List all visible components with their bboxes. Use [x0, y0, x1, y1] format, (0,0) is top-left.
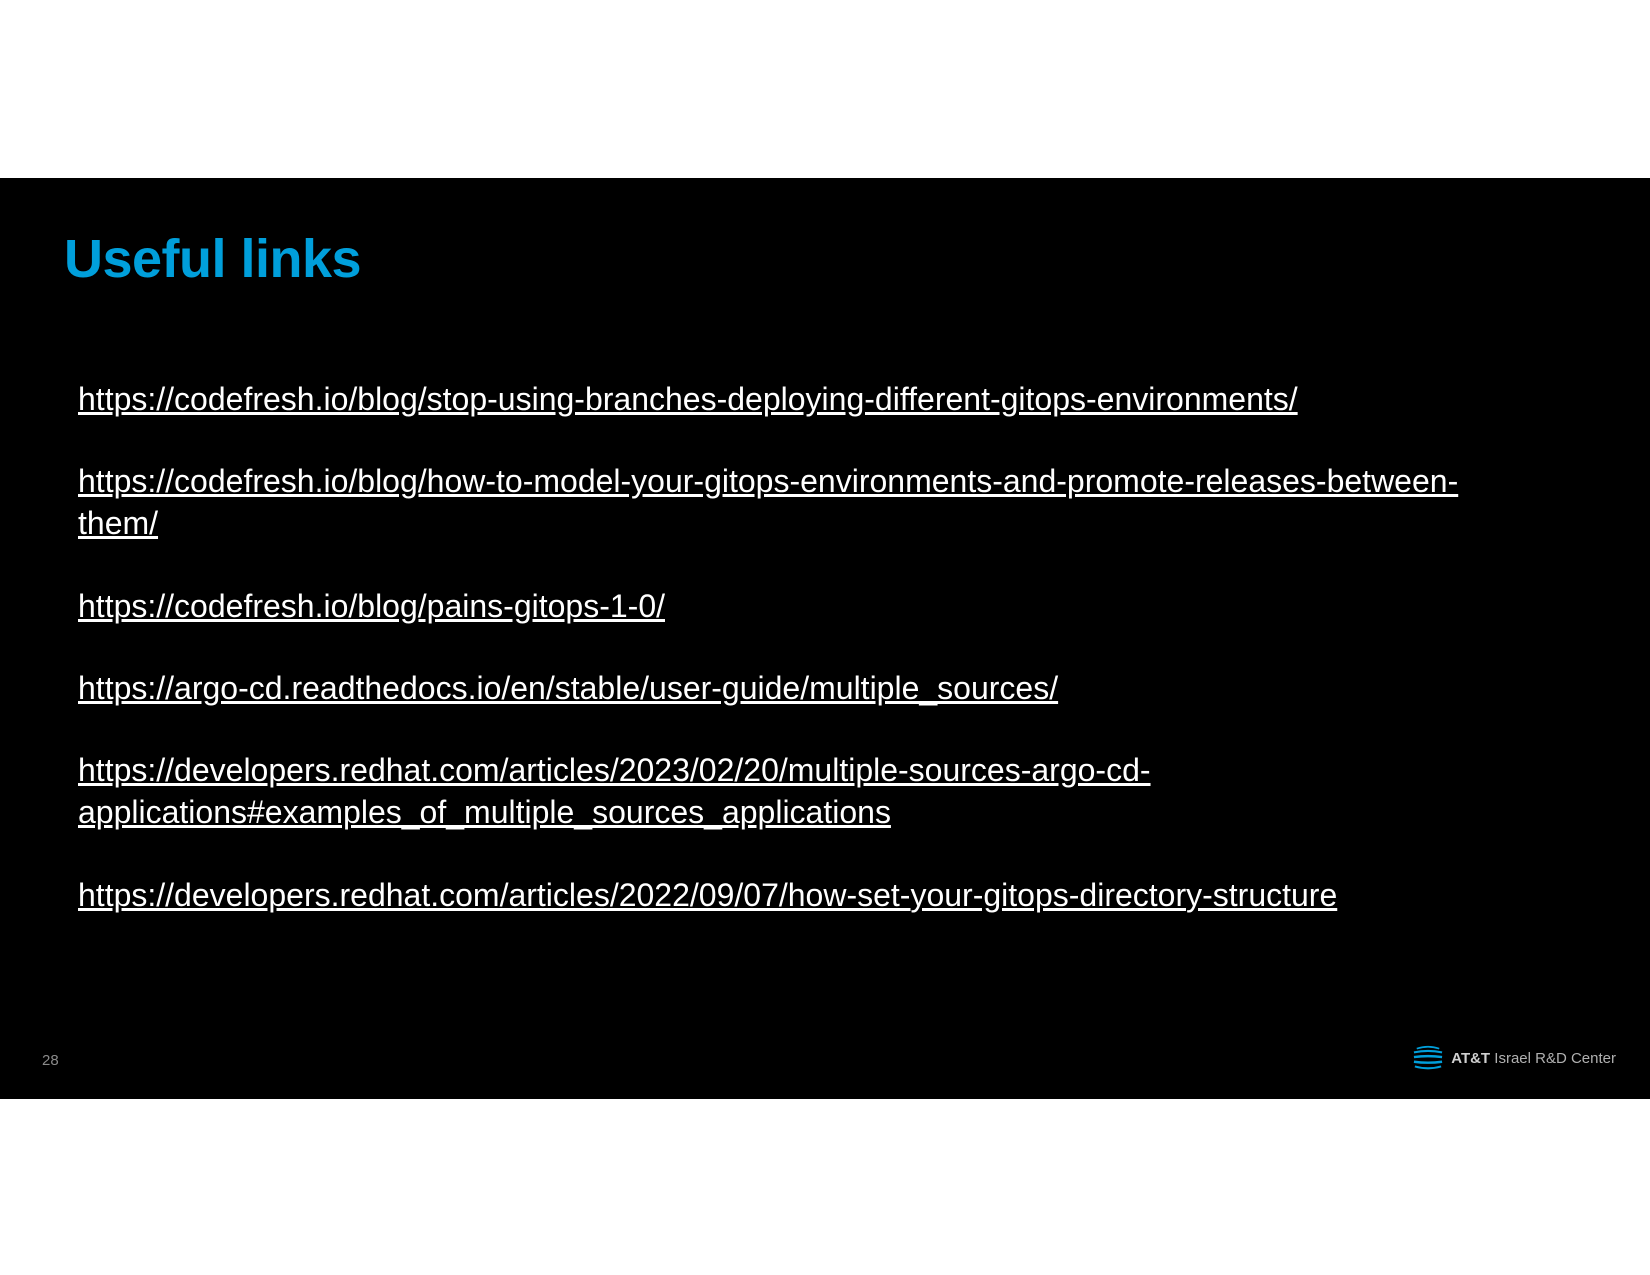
link-4[interactable]: https://argo-cd.readthedocs.io/en/stable… [78, 670, 1058, 706]
link-1[interactable]: https://codefresh.io/blog/stop-using-bra… [78, 381, 1298, 417]
link-6[interactable]: https://developers.redhat.com/articles/2… [78, 877, 1337, 913]
links-list: https://codefresh.io/blog/stop-using-bra… [78, 378, 1478, 956]
footer-logo: AT&T Israel R&D Center [1413, 1043, 1616, 1073]
list-item: https://codefresh.io/blog/pains-gitops-1… [78, 585, 1478, 627]
list-item: https://developers.redhat.com/articles/2… [78, 749, 1478, 833]
slide: Useful links https://codefresh.io/blog/s… [0, 178, 1650, 1099]
footer-text: AT&T Israel R&D Center [1451, 1050, 1616, 1067]
link-2[interactable]: https://codefresh.io/blog/how-to-model-y… [78, 463, 1458, 541]
footer-rest: Israel R&D Center [1494, 1050, 1616, 1067]
list-item: https://argo-cd.readthedocs.io/en/stable… [78, 667, 1478, 709]
att-globe-icon [1413, 1043, 1443, 1073]
footer-brand: AT&T [1451, 1050, 1490, 1067]
slide-title: Useful links [64, 228, 361, 290]
list-item: https://codefresh.io/blog/stop-using-bra… [78, 378, 1478, 420]
list-item: https://codefresh.io/blog/how-to-model-y… [78, 460, 1478, 544]
link-5[interactable]: https://developers.redhat.com/articles/2… [78, 752, 1151, 830]
list-item: https://developers.redhat.com/articles/2… [78, 874, 1478, 916]
link-3[interactable]: https://codefresh.io/blog/pains-gitops-1… [78, 588, 665, 624]
page-number: 28 [42, 1052, 59, 1069]
